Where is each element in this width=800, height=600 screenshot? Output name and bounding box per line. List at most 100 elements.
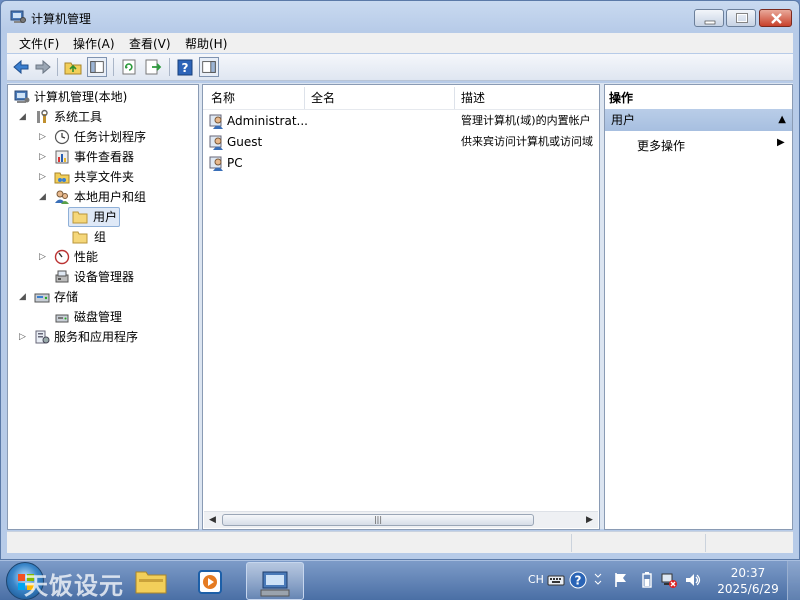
minimize-button[interactable] [694, 9, 724, 27]
tree-item-system-tools[interactable]: ◢ 系统工具 [12, 108, 192, 126]
tree-item-disk-management[interactable]: 磁盘管理 [12, 308, 192, 326]
column-header-name[interactable]: 名称 [205, 87, 305, 109]
close-button[interactable] [759, 9, 792, 27]
scroll-left-arrow-icon[interactable]: ◀ [204, 512, 221, 528]
show-hide-console-tree-icon[interactable] [87, 57, 107, 77]
toolbar-separator [57, 58, 58, 76]
tree-label: 组 [94, 230, 107, 244]
tree-label: 性能 [74, 250, 99, 264]
taskbar-computer-management[interactable] [246, 562, 304, 600]
menu-file[interactable]: 文件(F) [19, 35, 59, 52]
actions-section-label: 用户 [611, 113, 636, 127]
clock-date: 2025/6/29 [717, 582, 779, 596]
menu-action[interactable]: 操作(A) [73, 35, 115, 52]
status-cell [705, 534, 793, 552]
more-actions-item[interactable]: 更多操作 [637, 137, 685, 154]
tree-item-computer-management[interactable]: 计算机管理(本地) [12, 88, 192, 106]
menu-view[interactable]: 查看(V) [129, 35, 171, 52]
tree-item-storage[interactable]: ◢ 存储 [12, 288, 192, 306]
tree-item-task-scheduler[interactable]: ▷ 任务计划程序 [12, 128, 192, 146]
column-header-fullname[interactable]: 全名 [305, 87, 455, 109]
column-header-description[interactable]: 描述 [455, 87, 601, 109]
refresh-icon[interactable] [119, 57, 139, 77]
back-arrow-icon[interactable] [11, 57, 31, 77]
status-bar [7, 531, 793, 553]
collapse-up-icon[interactable]: ▲ [778, 109, 786, 131]
scrollbar-thumb[interactable]: ||| [222, 514, 534, 526]
show-hide-action-pane-icon[interactable] [199, 57, 219, 77]
actions-section-users[interactable]: 用户 ▲ [605, 109, 792, 131]
tree-label: 服务和应用程序 [54, 330, 139, 344]
ime-options-icon[interactable] [592, 571, 604, 589]
expand-arrow-icon[interactable]: ▷ [39, 148, 47, 166]
maximize-button[interactable] [726, 9, 756, 27]
user-description: 管理计算机(域)的内置帐户 [461, 114, 591, 127]
expand-arrow-icon[interactable]: ▷ [39, 248, 47, 266]
tree-item-local-users-groups[interactable]: ◢ 本地用户和组 [12, 188, 192, 206]
user-description: 供来宾访问计算机或访问域 [461, 135, 593, 148]
actions-pane: 操作 用户 ▲ 更多操作 ▶ [604, 84, 793, 530]
scroll-right-arrow-icon[interactable]: ▶ [581, 512, 598, 528]
horizontal-scrollbar[interactable]: ◀ ||| ▶ [204, 511, 598, 528]
tree-item-shared-folders[interactable]: ▷ 共享文件夹 [12, 168, 192, 186]
action-center-flag-icon[interactable] [612, 571, 630, 589]
language-indicator[interactable]: CH [528, 573, 544, 586]
tree-item-performance[interactable]: ▷ 性能 [12, 248, 192, 266]
device-manager-icon [55, 270, 69, 283]
expand-arrow-icon[interactable]: ▷ [39, 128, 47, 146]
toolbar-separator [113, 58, 114, 76]
user-name: Administrat... [227, 114, 307, 128]
tree-label: 任务计划程序 [74, 130, 147, 144]
show-desktop-button[interactable] [787, 561, 800, 600]
network-disconnected-icon[interactable] [660, 571, 678, 589]
user-name: Guest [227, 135, 263, 149]
user-list: 名称 全名 描述 Administrat... 管理计算机(域)的内置帐户 Gu… [202, 84, 600, 530]
expand-arrow-icon[interactable]: ▷ [19, 328, 27, 346]
collapse-arrow-icon[interactable]: ◢ [19, 108, 27, 126]
battery-icon[interactable] [638, 571, 656, 589]
tree-label: 存储 [54, 290, 79, 304]
help-icon[interactable]: ? [175, 57, 195, 77]
toolbar-separator [169, 58, 170, 76]
collapse-arrow-icon[interactable]: ◢ [39, 188, 47, 206]
title-bar[interactable]: 计算机管理 [1, 1, 799, 33]
user-icon [209, 114, 223, 129]
submenu-arrow-icon[interactable]: ▶ [777, 137, 785, 148]
actions-title: 操作 [609, 91, 634, 105]
tree-label: 磁盘管理 [74, 310, 123, 324]
collapse-arrow-icon[interactable]: ◢ [19, 288, 27, 306]
tree-item-event-viewer[interactable]: ▷ 事件查看器 [12, 148, 192, 166]
menu-bar: 文件(F) 操作(A) 查看(V) 帮助(H) [7, 33, 793, 53]
tree-item-users[interactable]: 用户 [68, 207, 120, 227]
clock-time: 20:37 [730, 566, 766, 580]
user-icon [209, 156, 223, 171]
export-list-icon[interactable] [143, 57, 163, 77]
tree-label: 设备管理器 [74, 270, 135, 284]
help-icon[interactable]: ? [569, 571, 587, 589]
taskbar-explorer[interactable] [122, 562, 180, 600]
menu-help[interactable]: 帮助(H) [185, 35, 227, 52]
forward-arrow-icon[interactable] [33, 57, 53, 77]
up-folder-icon[interactable] [63, 57, 83, 77]
services-icon [35, 330, 50, 344]
list-row[interactable]: Administrat... 管理计算机(域)的内置帐户 [207, 111, 599, 131]
header-divider [203, 109, 599, 110]
clock-icon [54, 129, 70, 145]
tree-label: 用户 [93, 210, 118, 224]
volume-icon[interactable] [684, 571, 702, 589]
tree-item-device-manager[interactable]: 设备管理器 [12, 268, 192, 286]
expand-arrow-icon[interactable]: ▷ [39, 168, 47, 186]
tree-item-services-applications[interactable]: ▷ 服务和应用程序 [12, 328, 192, 346]
computer-management-icon [260, 571, 290, 597]
shared-folder-icon [54, 172, 70, 184]
system-clock[interactable]: 20:37 2025/6/29 [714, 565, 782, 597]
keyboard-icon[interactable] [547, 571, 565, 589]
taskbar-media-player[interactable] [182, 562, 240, 600]
watermark-text: 天饭设元 [24, 572, 124, 600]
tree-item-groups[interactable]: 组 [12, 228, 192, 246]
disk-icon [55, 314, 69, 323]
list-row[interactable]: Guest 供来宾访问计算机或访问域 [207, 132, 599, 152]
list-row[interactable]: PC [207, 153, 599, 173]
content-area: 计算机管理(本地) ◢ 系统工具 ▷ 任务计划程序 ▷ 事件查看器 ▷ 共享文件… [7, 83, 793, 530]
tree-label: 计算机管理(本地) [34, 90, 128, 104]
